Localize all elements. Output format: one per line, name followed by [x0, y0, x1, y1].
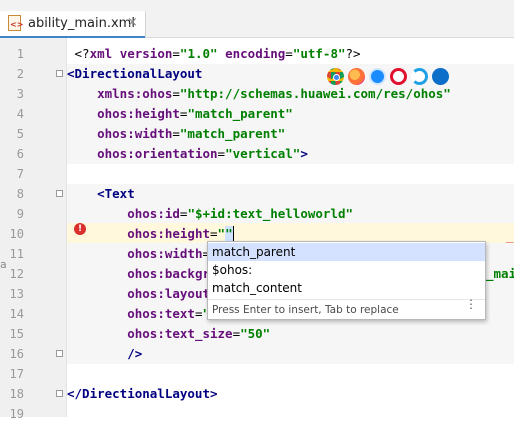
- token: <?: [74, 46, 90, 61]
- token: ohos:layout_: [127, 286, 218, 301]
- line-number: 9: [16, 207, 24, 221]
- code-line-6: ohos:orientation="vertical">: [67, 144, 308, 164]
- token: ohos:id: [127, 206, 180, 221]
- close-icon[interactable]: ×: [127, 15, 138, 30]
- line-number: 1: [16, 47, 24, 61]
- line-number: 2: [16, 67, 24, 81]
- token: xml version: [89, 46, 173, 61]
- token: ": [217, 226, 226, 241]
- token: "1.0": [179, 46, 218, 61]
- token: ?>: [345, 46, 361, 61]
- line-number: 8: [16, 187, 24, 201]
- token: ohos:orientation: [97, 146, 218, 161]
- line-number: 15: [9, 327, 24, 341]
- left-edge-glyph: a: [0, 258, 7, 271]
- token: ohos:backgro: [127, 266, 218, 281]
- token: />: [127, 346, 143, 361]
- xml-file-icon-glyph: <>: [10, 20, 24, 29]
- token: =: [217, 146, 226, 161]
- completion-popup[interactable]: match_parent $ohos: match_content Press …: [207, 241, 486, 320]
- line-number: 10: [9, 227, 24, 241]
- tab-label: ability_main.xml: [28, 16, 135, 31]
- line-number: 19: [9, 407, 24, 421]
- fold-marker[interactable]: [56, 190, 63, 197]
- token: "$+id:text_helloworld": [187, 206, 354, 221]
- line-number: 4: [16, 107, 24, 121]
- line-number: 3: [16, 87, 24, 101]
- code-fragment: _mai: [486, 266, 514, 281]
- completion-item-match-content[interactable]: match_content: [208, 279, 485, 297]
- code-line-18: </DirectionalLayout>: [67, 384, 218, 404]
- code-line-14: ohos:text="$: [67, 304, 217, 324]
- fold-marker[interactable]: [56, 350, 63, 357]
- error-underline: _: [506, 228, 514, 243]
- line-number: 18: [9, 387, 24, 401]
- completion-item-match-parent[interactable]: match_parent: [208, 243, 485, 261]
- token: xmlns:ohos: [97, 86, 173, 101]
- fold-marker[interactable]: [56, 390, 63, 397]
- token: "match_parent": [179, 126, 286, 141]
- token: "50": [240, 326, 271, 341]
- fold-marker[interactable]: [56, 70, 63, 77]
- code-line-11: ohos:width=": [67, 244, 217, 264]
- code-line-16: />: [67, 344, 142, 364]
- editor-tab-bar: <> ability_main.xml ×: [0, 0, 514, 58]
- code-line-3: xmlns:ohos="http://schemas.huawei.com/re…: [67, 84, 451, 104]
- token: ohos:width: [127, 246, 203, 261]
- token: =: [172, 126, 180, 141]
- line-number: 13: [9, 287, 24, 301]
- token: >: [210, 386, 218, 401]
- token: ohos:text: [127, 306, 195, 321]
- code-line-13: ohos:layout_: [67, 284, 218, 304]
- token: "utf-8": [292, 46, 346, 61]
- opera-icon[interactable]: [390, 68, 407, 85]
- edge-icon[interactable]: [432, 68, 449, 85]
- token: =: [172, 86, 180, 101]
- code-line-5: ohos:width="match_parent": [67, 124, 285, 144]
- token: =: [232, 326, 241, 341]
- token: ohos:text_size: [127, 326, 233, 341]
- token: ohos:height: [127, 226, 211, 241]
- safari-icon[interactable]: [369, 68, 386, 85]
- code-line-8: <Text: [67, 184, 135, 204]
- line-number: 16: [9, 347, 24, 361]
- code-line-2: <DirectionalLayout: [67, 64, 202, 84]
- line-number: 6: [16, 147, 24, 161]
- token: =: [172, 46, 180, 61]
- token: ohos:height: [97, 106, 180, 121]
- completion-item-ohos[interactable]: $ohos:: [208, 261, 485, 279]
- code-line-15: ohos:text_size="50": [67, 324, 270, 344]
- code-editor[interactable]: 1 2 3 4 5 6 7 8 9 10 11 12 13 14 15 16 17 18 19 ! <?xml ve…: [0, 38, 514, 421]
- code-line-9: ohos:id="$+id:text_helloworld": [67, 204, 353, 224]
- chrome-icon[interactable]: [327, 68, 344, 85]
- text-caret: ": [225, 226, 234, 241]
- tab-ability-main-xml[interactable]: <> ability_main.xml ×: [0, 11, 146, 39]
- code-line-1: <?xml version="1.0" encoding="utf-8"?>: [67, 44, 361, 64]
- token: encoding: [217, 46, 286, 61]
- code-line-12: ohos:backgro: [67, 264, 218, 284]
- browser-preview-bar: [327, 68, 449, 86]
- token: "match_parent": [187, 106, 293, 121]
- token: "vertical": [225, 146, 301, 161]
- line-number: 7: [16, 167, 24, 181]
- code-line-4: ohos:height="match_parent": [67, 104, 293, 124]
- completion-hint: Press Enter to insert, Tab to replace: [208, 299, 485, 319]
- token: =: [210, 226, 218, 241]
- firefox-icon[interactable]: [348, 68, 365, 85]
- line-number: 5: [16, 127, 24, 141]
- token: "http://schemas.huawei.com/res/ohos": [179, 86, 451, 101]
- token: </DirectionalLayout: [67, 386, 210, 401]
- more-options-icon[interactable]: ⋮: [465, 298, 477, 310]
- line-number: 14: [9, 307, 24, 321]
- token: <Text: [97, 186, 135, 201]
- token: ohos:width: [97, 126, 173, 141]
- xml-file-icon: <>: [8, 15, 24, 31]
- token: =: [285, 46, 293, 61]
- line-number: 17: [9, 367, 24, 381]
- ie-icon[interactable]: [411, 68, 428, 85]
- token: <DirectionalLayout: [67, 66, 203, 81]
- token: >: [300, 146, 308, 161]
